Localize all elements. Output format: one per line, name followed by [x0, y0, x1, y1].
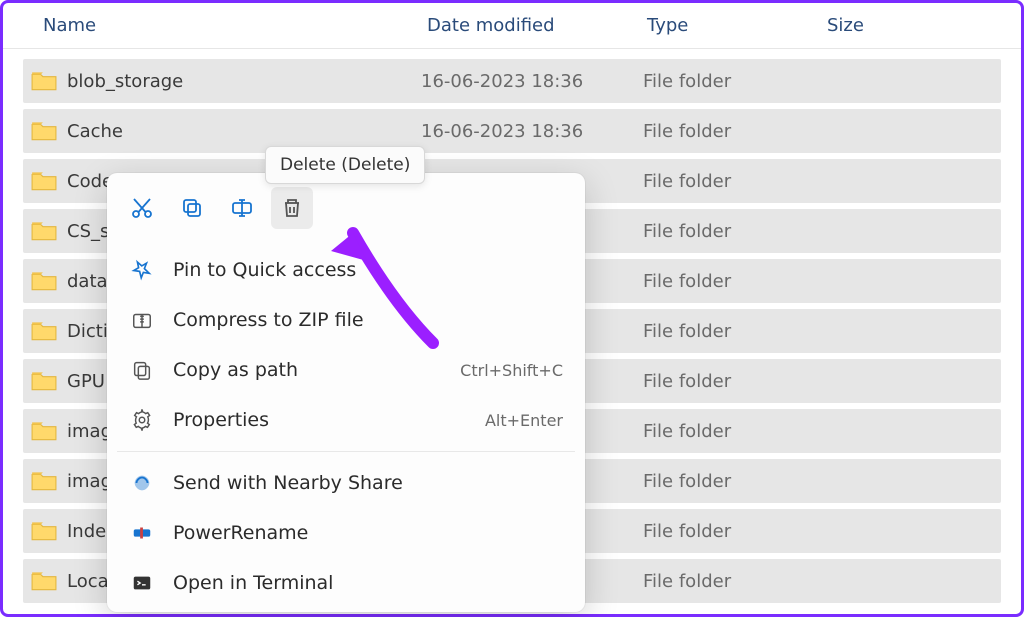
table-header: Name Date modified Type Size [3, 3, 1021, 49]
column-name-label: Name [43, 15, 96, 36]
file-type: File folder [643, 371, 823, 392]
folder-icon [31, 370, 57, 392]
menu-label: Copy as path [173, 359, 442, 381]
file-type: File folder [643, 471, 823, 492]
properties-icon [129, 407, 155, 433]
terminal-icon [129, 570, 155, 596]
menu-shortcut: Ctrl+Shift+C [460, 361, 563, 380]
file-type: File folder [643, 221, 823, 242]
folder-icon [31, 120, 57, 142]
copy-path-icon [129, 357, 155, 383]
file-name: imag [67, 471, 112, 492]
file-name: Dicti [67, 321, 108, 342]
rename-button[interactable] [221, 187, 263, 229]
table-row[interactable]: Cache 16-06-2023 18:36 File folder [23, 109, 1001, 153]
file-type: File folder [643, 321, 823, 342]
menu-label: Send with Nearby Share [173, 472, 563, 494]
file-type: File folder [643, 121, 823, 142]
menu-label: Pin to Quick access [173, 259, 563, 281]
menu-properties[interactable]: Properties Alt+Enter [107, 395, 585, 445]
folder-icon [31, 320, 57, 342]
file-type: File folder [643, 521, 823, 542]
file-name: blob_storage [67, 71, 183, 92]
context-icon-row [107, 177, 585, 245]
file-name: CS_s [67, 221, 109, 242]
menu-label: PowerRename [173, 522, 563, 544]
file-name: GPU [67, 371, 105, 392]
menu-label: Open in Terminal [173, 572, 563, 594]
file-type: File folder [643, 71, 823, 92]
delete-tooltip: Delete (Delete) [265, 146, 425, 184]
table-row[interactable]: blob_storage 16-06-2023 18:36 File folde… [23, 59, 1001, 103]
column-name[interactable]: Name [33, 15, 417, 36]
context-menu-items: Pin to Quick access Compress to ZIP file… [107, 245, 585, 608]
file-name: imag [67, 421, 112, 442]
powerrename-icon [129, 520, 155, 546]
copy-button[interactable] [171, 187, 213, 229]
menu-powerrename[interactable]: PowerRename [107, 508, 585, 558]
folder-icon [31, 170, 57, 192]
file-name: Loca [67, 571, 109, 592]
menu-nearby-share[interactable]: Send with Nearby Share [107, 458, 585, 508]
menu-label: Compress to ZIP file [173, 309, 563, 331]
file-date: 16-06-2023 18:36 [421, 71, 643, 92]
cut-button[interactable] [121, 187, 163, 229]
file-type: File folder [643, 171, 823, 192]
menu-separator [117, 451, 575, 452]
menu-compress-zip[interactable]: Compress to ZIP file [107, 295, 585, 345]
file-name: Inde [67, 521, 106, 542]
file-name: Cache [67, 121, 123, 142]
file-date: 16-06-2023 18:36 [421, 121, 643, 142]
menu-open-terminal[interactable]: Open in Terminal [107, 558, 585, 608]
file-name: data [67, 271, 108, 292]
folder-icon [31, 570, 57, 592]
file-type: File folder [643, 571, 823, 592]
column-type[interactable]: Type [637, 15, 817, 36]
menu-shortcut: Alt+Enter [485, 411, 563, 430]
zip-icon [129, 307, 155, 333]
file-type: File folder [643, 421, 823, 442]
pin-icon [129, 257, 155, 283]
menu-label: Properties [173, 409, 467, 431]
file-type: File folder [643, 271, 823, 292]
folder-icon [31, 520, 57, 542]
nearby-share-icon [129, 470, 155, 496]
folder-icon [31, 420, 57, 442]
delete-button[interactable] [271, 187, 313, 229]
menu-copy-path[interactable]: Copy as path Ctrl+Shift+C [107, 345, 585, 395]
folder-icon [31, 470, 57, 492]
column-size[interactable]: Size [817, 15, 957, 36]
menu-pin-quick-access[interactable]: Pin to Quick access [107, 245, 585, 295]
folder-icon [31, 220, 57, 242]
folder-icon [31, 70, 57, 92]
column-date[interactable]: Date modified [417, 15, 637, 36]
folder-icon [31, 270, 57, 292]
context-menu: Pin to Quick access Compress to ZIP file… [107, 173, 585, 612]
